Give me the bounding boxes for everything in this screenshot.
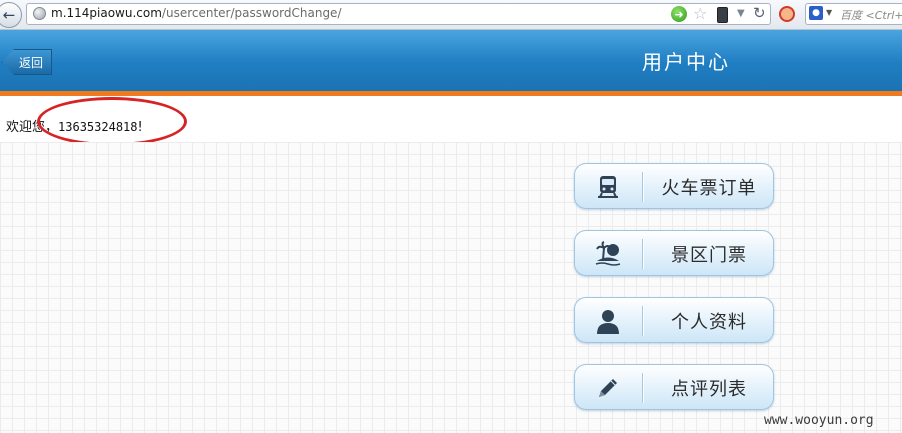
island-icon xyxy=(593,239,623,269)
menu-label: 火车票订单 xyxy=(661,178,757,199)
person-icon xyxy=(593,306,623,336)
globe-icon xyxy=(33,7,46,20)
go-icon[interactable]: ➜ xyxy=(671,6,687,22)
url-path: /usercenter/passwordChange/ xyxy=(161,6,342,20)
browser-toolbar: ← m.114piaowu.com/usercenter/passwordCha… xyxy=(0,0,902,30)
menu-label: 景区门票 xyxy=(671,245,747,266)
search-input[interactable]: ● ▼ 百度 <Ctrl+ xyxy=(805,3,902,25)
watermark: www.wooyun.org xyxy=(764,413,874,428)
scenic-tickets-button[interactable]: 景区门票 xyxy=(574,230,774,276)
menu-label: 点评列表 xyxy=(671,379,747,400)
mobile-icon[interactable] xyxy=(717,7,728,23)
url-text[interactable]: m.114piaowu.com/usercenter/passwordChang… xyxy=(51,6,341,20)
reload-icon[interactable]: ↻ xyxy=(753,4,766,22)
url-domain: m.114piaowu.com xyxy=(51,6,162,20)
pencil-icon xyxy=(593,373,623,403)
baidu-paw-icon[interactable]: ● xyxy=(809,6,823,20)
train-orders-button[interactable]: 火车票订单 xyxy=(574,163,774,209)
train-icon xyxy=(593,172,623,202)
highlight-ellipse xyxy=(37,97,187,146)
search-engine-dropdown-icon[interactable]: ▼ xyxy=(826,8,832,17)
search-placeholder: 百度 <Ctrl+ xyxy=(840,9,902,22)
reviews-list-button[interactable]: 点评列表 xyxy=(574,364,774,410)
menu-label: 个人资料 xyxy=(671,312,747,333)
bookmark-star-icon[interactable]: ☆ xyxy=(693,4,707,23)
dropdown-arrow-icon[interactable]: ▼ xyxy=(737,8,745,19)
address-bar[interactable]: m.114piaowu.com/usercenter/passwordChang… xyxy=(26,3,771,25)
noscript-icon[interactable] xyxy=(779,6,795,22)
profile-button[interactable]: 个人资料 xyxy=(574,297,774,343)
browser-back-icon[interactable]: ← xyxy=(0,2,22,28)
page-title: 用户中心 xyxy=(642,50,730,74)
